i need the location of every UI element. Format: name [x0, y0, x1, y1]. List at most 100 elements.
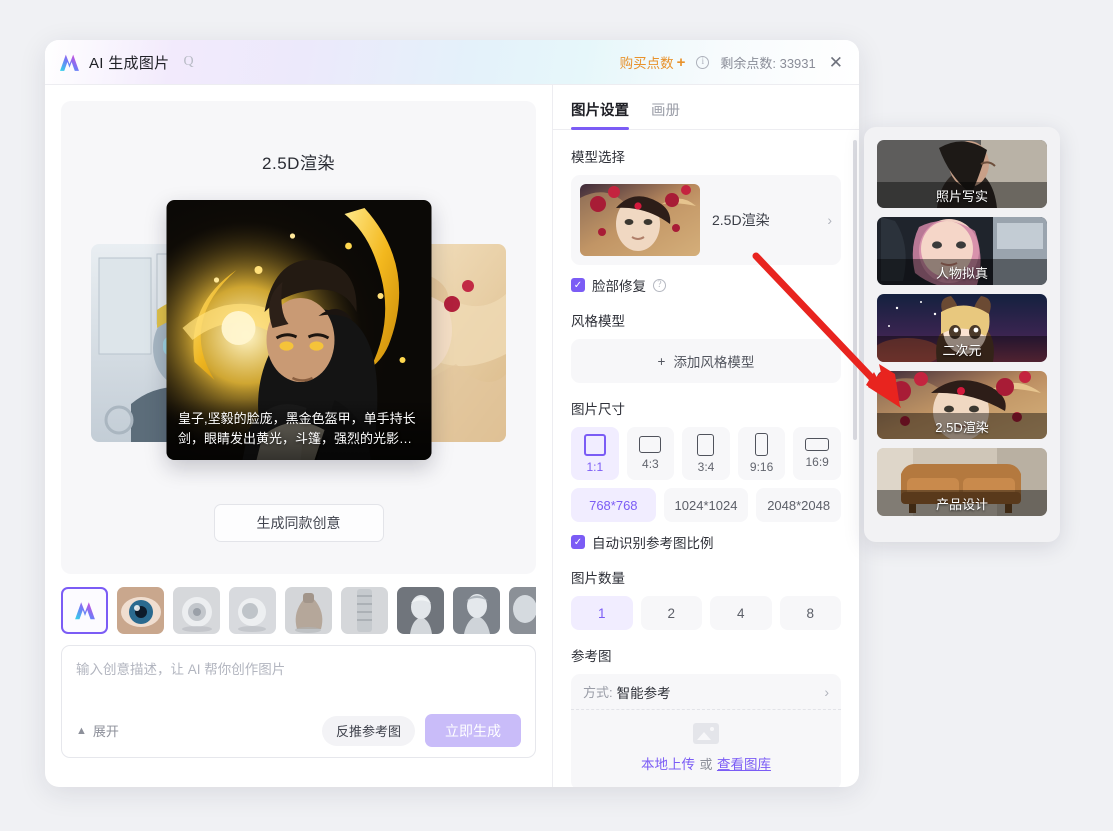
thumbnail-sphere-2[interactable]: [229, 587, 276, 634]
style-option-product-design[interactable]: 产品设计: [877, 448, 1047, 516]
ai-logo-icon: [60, 54, 79, 71]
generate-same-creative-button[interactable]: 生成同款创意: [213, 504, 384, 542]
add-style-model-button[interactable]: + 添加风格模型: [571, 339, 841, 383]
resolution-group: 768*768 1024*1024 2048*2048: [571, 488, 841, 522]
carousel-slide-current[interactable]: 皇子,坚毅的脸庞，黑金色盔甲，单手持长剑，眼睛发出黄光，斗篷，强烈的光影…: [166, 200, 431, 460]
style-option-photo-realistic[interactable]: 照片写实: [877, 140, 1047, 208]
thumbnail-sphere-1[interactable]: [173, 587, 220, 634]
thumbnail-bust-2[interactable]: [453, 587, 500, 634]
local-upload-link[interactable]: 本地上传: [641, 757, 695, 772]
or-text: 或: [699, 757, 713, 772]
ai-logo-icon: [74, 602, 95, 620]
face-fix-checkbox[interactable]: ✓: [571, 278, 585, 292]
buy-points-button[interactable]: 购买点数 +: [620, 52, 686, 72]
model-thumbnail: [580, 184, 700, 256]
plus-icon: +: [657, 353, 666, 369]
reference-mode-selector[interactable]: 方式: 智能参考 ›: [571, 674, 841, 710]
thumb-sphere-1-image: [173, 587, 220, 634]
question-circle-icon[interactable]: ?: [653, 278, 666, 292]
generate-now-button[interactable]: 立即生成: [425, 714, 521, 747]
auto-ratio-row: ✓ 自动识别参考图比例: [571, 532, 841, 552]
ratio-option-1-1[interactable]: 1:1: [571, 427, 619, 480]
thumbnail-bust-1[interactable]: [397, 587, 444, 634]
model-section: 模型选择 2.5D渲染 › ✓ 脸部修复 ?: [571, 146, 841, 295]
thumbnail-partial[interactable]: [509, 587, 536, 634]
remaining-points-label: 剩余点数: 33931: [720, 55, 816, 71]
ratio-shape-icon: [805, 438, 830, 451]
expand-toggle[interactable]: ▲ 展开: [76, 721, 119, 740]
style-section-label: 风格模型: [571, 314, 625, 329]
settings-scrollbar[interactable]: [853, 140, 857, 440]
image-count-section: 图片数量 1 2 4 8: [571, 567, 841, 630]
ratio-option-9-16[interactable]: 9:16: [737, 427, 786, 480]
count-option-2[interactable]: 2: [640, 596, 702, 630]
count-option-1[interactable]: 1: [571, 596, 633, 630]
reference-dropzone[interactable]: 本地上传 或 查看图库: [571, 710, 841, 787]
count-option-4[interactable]: 4: [710, 596, 772, 630]
thumb-bust-1-image: [397, 587, 444, 634]
ratio-label: 1:1: [586, 459, 604, 474]
ratio-group: 1:1 4:3 3:4 9:16 16:9: [571, 427, 841, 480]
brand-q-mark: Q: [183, 54, 194, 69]
style-model-section: 风格模型 + 添加风格模型: [571, 310, 841, 383]
ratio-shape-icon: [639, 436, 662, 453]
resolution-option-768[interactable]: 768*768: [571, 488, 656, 522]
ratio-shape-icon: [583, 433, 606, 456]
auto-ratio-checkbox[interactable]: ✓: [571, 535, 585, 549]
plus-icon: +: [676, 53, 686, 71]
style-option-portrait-realistic[interactable]: 人物拟真: [877, 217, 1047, 285]
ratio-label: 3:4: [697, 459, 715, 474]
style-label: 照片写实: [877, 182, 1047, 208]
ratio-option-3-4[interactable]: 3:4: [682, 427, 730, 480]
prompt-input[interactable]: 输入创意描述，让 AI 帮你创作图片: [76, 658, 521, 714]
ratio-option-4-3[interactable]: 4:3: [626, 427, 675, 480]
tab-image-settings[interactable]: 图片设置: [571, 99, 629, 130]
prompt-actions: 反推参考图 立即生成: [321, 714, 521, 747]
style-option-2-5d-render[interactable]: 2.5D渲染: [877, 371, 1047, 439]
resolution-option-1024[interactable]: 1024*1024: [663, 488, 749, 522]
tab-album[interactable]: 画册: [651, 99, 680, 129]
thumbnail-strip[interactable]: [61, 574, 536, 645]
reference-image-section: 参考图 方式: 智能参考 › 本地上传 或 查看图库: [571, 645, 841, 787]
size-section-label: 图片尺寸: [571, 402, 625, 417]
ref-mode-value: 智能参考: [616, 685, 671, 701]
thumbnail-eye[interactable]: [117, 587, 164, 634]
settings-scroll-area: 模型选择 2.5D渲染 › ✓ 脸部修复 ? 风格模型 + 添加风格模型 图片尺…: [553, 130, 859, 787]
app-title: AI 生成图片: [89, 54, 170, 72]
modal-titlebar: AI 生成图片 Q 购买点数 + i 剩余点数: 33931 ✕: [45, 40, 859, 85]
prompt-input-box[interactable]: 输入创意描述，让 AI 帮你创作图片 ▲ 展开 反推参考图 立即生成: [61, 645, 536, 758]
model-section-label: 模型选择: [571, 150, 625, 165]
thumb-bust-2-image: [453, 587, 500, 634]
style-label: 二次元: [877, 336, 1047, 362]
ai-image-generation-modal: AI 生成图片 Q 购买点数 + i 剩余点数: 33931 ✕ 2.5D渲染: [45, 40, 859, 787]
titlebar-actions: 购买点数 + i 剩余点数: 33931 ✕: [620, 52, 845, 72]
count-option-8[interactable]: 8: [779, 596, 841, 630]
count-group: 1 2 4 8: [571, 596, 841, 630]
reference-box: 方式: 智能参考 › 本地上传 或 查看图库: [571, 674, 841, 787]
face-fix-label: 脸部修复: [592, 279, 646, 294]
view-gallery-link[interactable]: 查看图库: [717, 757, 771, 772]
count-section-label: 图片数量: [571, 571, 625, 586]
ref-section-label: 参考图: [571, 649, 612, 664]
thumbnail-column[interactable]: [341, 587, 388, 634]
info-circle-icon[interactable]: i: [696, 55, 710, 69]
settings-tabs: 图片设置 画册: [553, 85, 859, 130]
thumb-vase-image: [285, 587, 332, 634]
thumbnail-ai-logo[interactable]: [61, 587, 108, 634]
chevron-right-icon: ›: [827, 212, 832, 228]
thumbnail-vase[interactable]: [285, 587, 332, 634]
model-selector[interactable]: 2.5D渲染 ›: [571, 175, 841, 265]
thumb-sphere-2-image: [229, 587, 276, 634]
ratio-option-16-9[interactable]: 16:9: [793, 427, 841, 480]
ratio-shape-icon: [697, 433, 715, 456]
style-selection-popup: 照片写实 人物拟真 二次元 2.5D渲染 产品设计: [864, 127, 1060, 542]
brand: AI 生成图片 Q: [59, 52, 194, 73]
close-icon[interactable]: ✕: [827, 54, 845, 71]
ratio-label: 4:3: [642, 457, 659, 471]
ratio-shape-icon: [755, 433, 769, 456]
ref-mode-key: 方式:: [583, 685, 613, 700]
image-placeholder-icon: [693, 723, 719, 744]
resolution-option-2048[interactable]: 2048*2048: [756, 488, 841, 522]
reverse-reference-button[interactable]: 反推参考图: [321, 715, 415, 746]
style-option-anime[interactable]: 二次元: [877, 294, 1047, 362]
